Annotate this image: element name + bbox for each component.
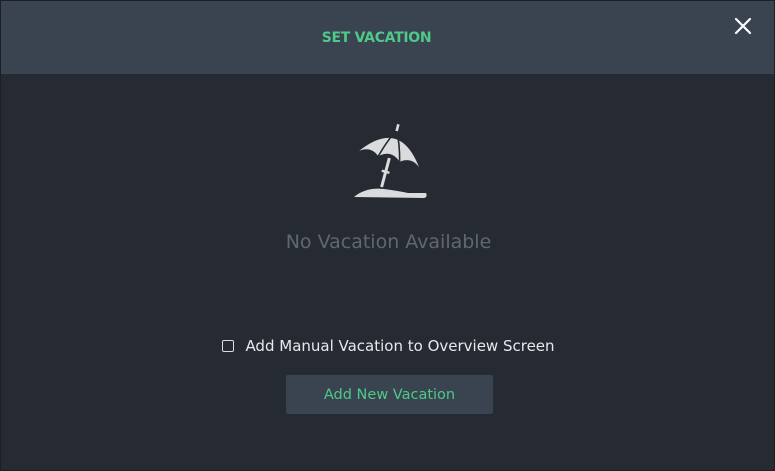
manual-vacation-checkbox-label[interactable]: Add Manual Vacation to Overview Screen — [245, 337, 554, 355]
dialog-header: SET VACATION — [1, 1, 774, 74]
beach-umbrella-icon — [344, 119, 434, 209]
empty-state-message: No Vacation Available — [285, 231, 492, 253]
close-icon — [734, 17, 752, 35]
manual-vacation-checkbox[interactable] — [222, 340, 235, 352]
dialog-title: SET VACATION — [321, 29, 432, 46]
manual-vacation-option: Add Manual Vacation to Overview Screen — [1, 337, 775, 355]
set-vacation-dialog: SET VACATION No Vacation Available Add M… — [0, 0, 775, 471]
manual-vacation-checkbox-row[interactable]: Add Manual Vacation to Overview Screen — [222, 337, 555, 355]
add-new-vacation-button[interactable]: Add New Vacation — [286, 375, 493, 414]
close-button[interactable] — [732, 15, 754, 37]
